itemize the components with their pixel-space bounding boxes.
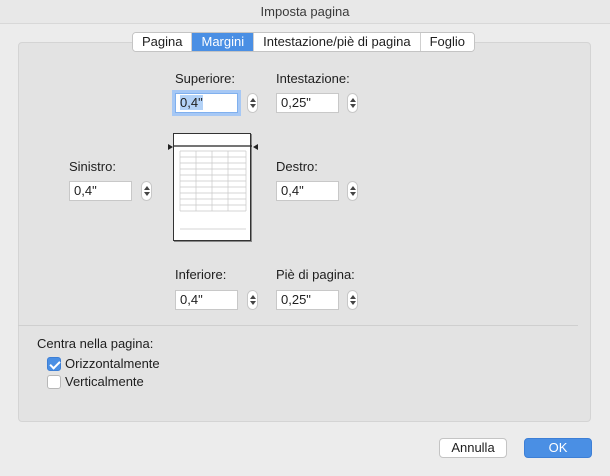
left-margin-stepper[interactable] [141, 181, 152, 201]
footer-margin-label: Piè di pagina: [276, 267, 355, 282]
header-margin-stepper[interactable] [347, 93, 358, 113]
tab-header-footer[interactable]: Intestazione/piè di pagina [254, 33, 421, 51]
right-margin-field[interactable]: 0,4" [276, 181, 339, 201]
footer-margin-field[interactable]: 0,25" [276, 290, 339, 310]
top-margin-label: Superiore: [175, 71, 235, 86]
top-margin-value: 0,4" [180, 95, 203, 110]
stepper-up-icon[interactable] [250, 295, 256, 299]
stepper-up-icon[interactable] [144, 186, 150, 190]
stepper-down-icon[interactable] [250, 104, 256, 108]
header-margin-field[interactable]: 0,25" [276, 93, 339, 113]
stepper-down-icon[interactable] [144, 192, 150, 196]
left-margin-label: Sinistro: [69, 159, 116, 174]
tab-pagina[interactable]: Pagina [133, 33, 193, 51]
page-setup-window: Imposta pagina Pagina Margini Intestazio… [0, 0, 610, 476]
stepper-up-icon[interactable] [350, 98, 356, 102]
section-divider [18, 325, 578, 326]
ok-button[interactable]: OK [524, 438, 592, 458]
vertical-center-checkbox[interactable] [47, 375, 61, 389]
vertical-center-label[interactable]: Verticalmente [65, 374, 144, 389]
right-margin-label: Destro: [276, 159, 318, 174]
tab-margini[interactable]: Margini [192, 33, 255, 51]
cancel-button[interactable]: Annulla [439, 438, 507, 458]
top-margin-stepper[interactable] [247, 93, 258, 113]
stepper-down-icon[interactable] [350, 104, 356, 108]
tab-bar: Pagina Margini Intestazione/piè di pagin… [132, 32, 475, 52]
right-margin-stepper[interactable] [347, 181, 358, 201]
footer-margin-stepper[interactable] [347, 290, 358, 310]
center-on-page-heading: Centra nella pagina: [37, 336, 154, 351]
window-title: Imposta pagina [0, 0, 610, 24]
stepper-up-icon[interactable] [350, 186, 356, 190]
tab-foglio[interactable]: Foglio [420, 33, 474, 51]
left-margin-field[interactable]: 0,4" [69, 181, 132, 201]
bottom-margin-stepper[interactable] [247, 290, 258, 310]
header-margin-label: Intestazione: [276, 71, 350, 86]
horizontal-center-checkbox[interactable] [47, 357, 61, 371]
header-line-marker-icon [168, 144, 258, 150]
stepper-up-icon[interactable] [350, 295, 356, 299]
stepper-down-icon[interactable] [350, 192, 356, 196]
stepper-down-icon[interactable] [350, 301, 356, 305]
stepper-up-icon[interactable] [250, 98, 256, 102]
top-margin-field[interactable]: 0,4" [175, 93, 238, 113]
stepper-down-icon[interactable] [250, 301, 256, 305]
horizontal-center-label[interactable]: Orizzontalmente [65, 356, 160, 371]
bottom-margin-field[interactable]: 0,4" [175, 290, 238, 310]
bottom-margin-label: Inferiore: [175, 267, 227, 282]
